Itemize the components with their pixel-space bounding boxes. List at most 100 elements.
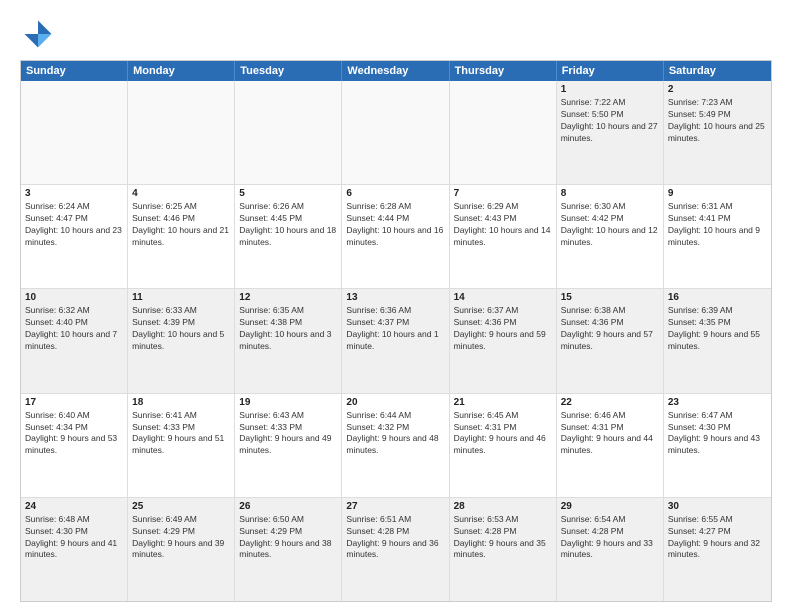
day-info-14: Sunrise: 6:37 AM Sunset: 4:36 PM Dayligh… [454, 305, 552, 353]
calendar-cell-3-3: 20Sunrise: 6:44 AM Sunset: 4:32 PM Dayli… [342, 394, 449, 497]
logo-icon [20, 16, 56, 52]
calendar-cell-4-3: 27 Sunrise: 6:51 AM Sunset: 4:28 PM Dayli… [342, 498, 449, 601]
day-number-30: 30 [668, 501, 767, 512]
day-info-7: Sunrise: 6:29 AM Sunset: 4:43 PM Dayligh… [454, 201, 552, 249]
day-number-12: 12 [239, 292, 337, 303]
calendar-cell-1-5: 8Sunrise: 6:30 AM Sunset: 4:42 PM Daylig… [557, 185, 664, 288]
calendar-cell-1-6: 9Sunrise: 6:31 AM Sunset: 4:41 PM Daylig… [664, 185, 771, 288]
day-info-1: Sunrise: 7:22 AM Sunset: 5:50 PM Dayligh… [561, 97, 659, 145]
calendar-cell-2-4: 14 Sunrise: 6:37 AM Sunset: 4:36 PM Dayli… [450, 289, 557, 392]
day-info-21: Sunrise: 6:45 AM Sunset: 4:31 PM Dayligh… [454, 410, 552, 458]
day-number-25: 25 [132, 501, 230, 512]
day-info-26: Sunrise: 6:50 AM Sunset: 4:29 PM Dayligh… [239, 514, 337, 562]
day-number-5: 5 [239, 188, 337, 199]
day-info-10: Sunrise: 6:32 AM Sunset: 4:40 PM Dayligh… [25, 305, 123, 353]
calendar-cell-0-3 [342, 81, 449, 184]
header-friday: Friday [557, 61, 664, 81]
day-info-28: Sunrise: 6:53 AM Sunset: 4:28 PM Dayligh… [454, 514, 552, 562]
day-number-20: 20 [346, 397, 444, 408]
day-info-9: Sunrise: 6:31 AM Sunset: 4:41 PM Dayligh… [668, 201, 767, 249]
header-sunday: Sunday [21, 61, 128, 81]
day-number-6: 6 [346, 188, 444, 199]
calendar: SundayMondayTuesdayWednesdayThursdayFrid… [20, 60, 772, 602]
day-info-30: Sunrise: 6:55 AM Sunset: 4:27 PM Dayligh… [668, 514, 767, 562]
day-info-8: Sunrise: 6:30 AM Sunset: 4:42 PM Dayligh… [561, 201, 659, 249]
day-number-15: 15 [561, 292, 659, 303]
calendar-row-4: 24 Sunrise: 6:48 AM Sunset: 4:30 PM Dayli… [21, 498, 771, 601]
day-number-10: 10 [25, 292, 123, 303]
calendar-cell-2-1: 11 Sunrise: 6:33 AM Sunset: 4:39 PM Dayli… [128, 289, 235, 392]
day-info-19: Sunrise: 6:43 AM Sunset: 4:33 PM Dayligh… [239, 410, 337, 458]
day-number-2: 2 [668, 84, 767, 95]
header-wednesday: Wednesday [342, 61, 449, 81]
day-number-14: 14 [454, 292, 552, 303]
header-tuesday: Tuesday [235, 61, 342, 81]
calendar-row-3: 17 Sunrise: 6:40 AM Sunset: 4:34 PM Dayli… [21, 394, 771, 498]
calendar-cell-0-1 [128, 81, 235, 184]
calendar-cell-3-1: 18 Sunrise: 6:41 AM Sunset: 4:33 PM Dayli… [128, 394, 235, 497]
day-info-27: Sunrise: 6:51 AM Sunset: 4:28 PM Dayligh… [346, 514, 444, 562]
page: SundayMondayTuesdayWednesdayThursdayFrid… [0, 0, 792, 612]
calendar-cell-1-1: 4 Sunrise: 6:25 AM Sunset: 4:46 PM Daylig… [128, 185, 235, 288]
day-number-28: 28 [454, 501, 552, 512]
calendar-cell-4-0: 24 Sunrise: 6:48 AM Sunset: 4:30 PM Dayli… [21, 498, 128, 601]
day-info-18: Sunrise: 6:41 AM Sunset: 4:33 PM Dayligh… [132, 410, 230, 458]
day-info-25: Sunrise: 6:49 AM Sunset: 4:29 PM Dayligh… [132, 514, 230, 562]
day-number-1: 1 [561, 84, 659, 95]
calendar-cell-3-2: 19Sunrise: 6:43 AM Sunset: 4:33 PM Dayli… [235, 394, 342, 497]
day-number-13: 13 [346, 292, 444, 303]
day-info-22: Sunrise: 6:46 AM Sunset: 4:31 PM Dayligh… [561, 410, 659, 458]
day-number-22: 22 [561, 397, 659, 408]
calendar-cell-1-4: 7 Sunrise: 6:29 AM Sunset: 4:43 PM Daylig… [450, 185, 557, 288]
day-number-26: 26 [239, 501, 337, 512]
day-number-23: 23 [668, 397, 767, 408]
day-number-7: 7 [454, 188, 552, 199]
day-number-27: 27 [346, 501, 444, 512]
day-number-4: 4 [132, 188, 230, 199]
header-saturday: Saturday [664, 61, 771, 81]
calendar-cell-4-1: 25 Sunrise: 6:49 AM Sunset: 4:29 PM Dayli… [128, 498, 235, 601]
day-info-23: Sunrise: 6:47 AM Sunset: 4:30 PM Dayligh… [668, 410, 767, 458]
day-number-18: 18 [132, 397, 230, 408]
day-info-2: Sunrise: 7:23 AM Sunset: 5:49 PM Dayligh… [668, 97, 767, 145]
header-thursday: Thursday [450, 61, 557, 81]
day-info-5: Sunrise: 6:26 AM Sunset: 4:45 PM Dayligh… [239, 201, 337, 249]
day-number-21: 21 [454, 397, 552, 408]
calendar-header: SundayMondayTuesdayWednesdayThursdayFrid… [21, 61, 771, 81]
day-info-15: Sunrise: 6:38 AM Sunset: 4:36 PM Dayligh… [561, 305, 659, 353]
day-info-24: Sunrise: 6:48 AM Sunset: 4:30 PM Dayligh… [25, 514, 123, 562]
calendar-cell-4-4: 28 Sunrise: 6:53 AM Sunset: 4:28 PM Dayli… [450, 498, 557, 601]
calendar-cell-1-3: 6 Sunrise: 6:28 AM Sunset: 4:44 PM Daylig… [342, 185, 449, 288]
calendar-cell-4-2: 26 Sunrise: 6:50 AM Sunset: 4:29 PM Dayli… [235, 498, 342, 601]
calendar-cell-1-2: 5 Sunrise: 6:26 AM Sunset: 4:45 PM Daylig… [235, 185, 342, 288]
day-info-6: Sunrise: 6:28 AM Sunset: 4:44 PM Dayligh… [346, 201, 444, 249]
day-number-24: 24 [25, 501, 123, 512]
day-info-11: Sunrise: 6:33 AM Sunset: 4:39 PM Dayligh… [132, 305, 230, 353]
logo [20, 16, 60, 52]
calendar-body: 1 Sunrise: 7:22 AM Sunset: 5:50 PM Daylig… [21, 81, 771, 601]
calendar-row-0: 1 Sunrise: 7:22 AM Sunset: 5:50 PM Daylig… [21, 81, 771, 185]
day-info-16: Sunrise: 6:39 AM Sunset: 4:35 PM Dayligh… [668, 305, 767, 353]
calendar-cell-2-3: 13 Sunrise: 6:36 AM Sunset: 4:37 PM Dayli… [342, 289, 449, 392]
calendar-cell-3-6: 23 Sunrise: 6:47 AM Sunset: 4:30 PM Dayli… [664, 394, 771, 497]
calendar-cell-0-0 [21, 81, 128, 184]
calendar-cell-4-5: 29Sunrise: 6:54 AM Sunset: 4:28 PM Dayli… [557, 498, 664, 601]
calendar-cell-4-6: 30 Sunrise: 6:55 AM Sunset: 4:27 PM Dayli… [664, 498, 771, 601]
calendar-cell-0-4 [450, 81, 557, 184]
calendar-cell-2-2: 12 Sunrise: 6:35 AM Sunset: 4:38 PM Dayli… [235, 289, 342, 392]
calendar-cell-1-0: 3 Sunrise: 6:24 AM Sunset: 4:47 PM Daylig… [21, 185, 128, 288]
day-number-11: 11 [132, 292, 230, 303]
day-number-3: 3 [25, 188, 123, 199]
day-info-29: Sunrise: 6:54 AM Sunset: 4:28 PM Dayligh… [561, 514, 659, 562]
header-monday: Monday [128, 61, 235, 81]
day-info-12: Sunrise: 6:35 AM Sunset: 4:38 PM Dayligh… [239, 305, 337, 353]
calendar-cell-2-6: 16Sunrise: 6:39 AM Sunset: 4:35 PM Dayli… [664, 289, 771, 392]
header [20, 16, 772, 52]
calendar-cell-3-5: 22 Sunrise: 6:46 AM Sunset: 4:31 PM Dayli… [557, 394, 664, 497]
day-info-13: Sunrise: 6:36 AM Sunset: 4:37 PM Dayligh… [346, 305, 444, 353]
day-number-17: 17 [25, 397, 123, 408]
day-info-17: Sunrise: 6:40 AM Sunset: 4:34 PM Dayligh… [25, 410, 123, 458]
day-info-3: Sunrise: 6:24 AM Sunset: 4:47 PM Dayligh… [25, 201, 123, 249]
calendar-row-1: 3 Sunrise: 6:24 AM Sunset: 4:47 PM Daylig… [21, 185, 771, 289]
day-info-4: Sunrise: 6:25 AM Sunset: 4:46 PM Dayligh… [132, 201, 230, 249]
